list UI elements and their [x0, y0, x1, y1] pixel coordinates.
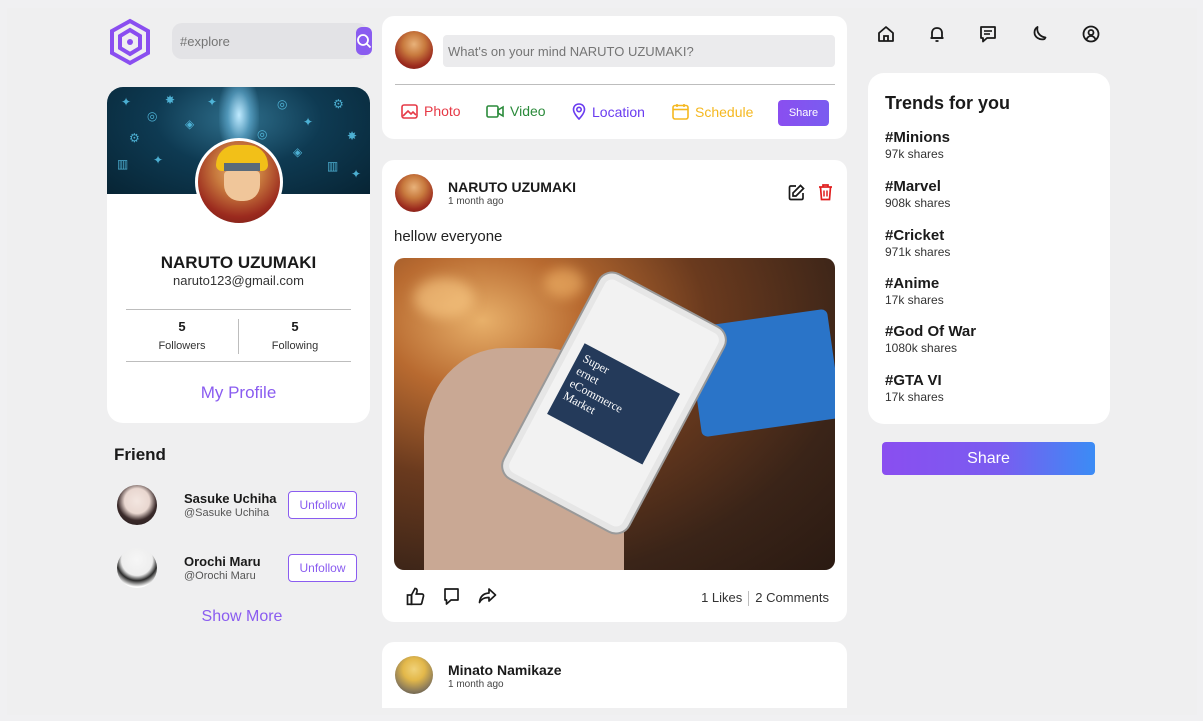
- user-icon[interactable]: [1081, 24, 1101, 44]
- composer-avatar[interactable]: [395, 31, 433, 69]
- post-composer: Photo Video Location Schedule Share: [382, 16, 847, 139]
- share-button[interactable]: Share: [882, 442, 1095, 475]
- photo-icon: [401, 103, 418, 119]
- friend-avatar[interactable]: [117, 548, 157, 588]
- following-count: 5: [291, 319, 299, 334]
- trend-shares: 97k shares: [885, 147, 944, 161]
- post-text: hellow everyone: [394, 228, 503, 245]
- profile-email: naruto123@gmail.com: [173, 273, 304, 288]
- stats-separator: [748, 591, 750, 607]
- location-label: Location: [592, 103, 645, 120]
- share-icon[interactable]: [478, 587, 497, 604]
- post-card: NARUTO UZUMAKI 1 month ago hellow everyo…: [382, 160, 847, 622]
- search-input[interactable]: [172, 33, 356, 49]
- message-icon[interactable]: [978, 24, 998, 44]
- following-stat[interactable]: 5 Following: [239, 310, 351, 361]
- profile-stats: 5 Followers 5 Following: [126, 309, 351, 362]
- friend-handle: @Sasuke Uchiha: [184, 507, 270, 519]
- image-bokeh: [544, 268, 584, 298]
- trend-shares: 908k shares: [885, 196, 951, 210]
- trend-tag: #Cricket: [885, 227, 945, 244]
- bell-icon[interactable]: [927, 24, 947, 44]
- trend-tag: #Anime: [885, 275, 940, 292]
- trend-tag: #GTA VI: [885, 372, 942, 389]
- top-nav: [876, 24, 1101, 46]
- image-bokeh: [414, 278, 474, 318]
- unfollow-button[interactable]: Unfollow: [288, 554, 357, 582]
- followers-stat[interactable]: 5 Followers: [126, 310, 238, 361]
- video-option[interactable]: Video: [486, 103, 546, 119]
- comment-icon[interactable]: [443, 587, 460, 606]
- post-image[interactable]: Super ernet eCommerce Market: [394, 258, 835, 570]
- moon-icon[interactable]: [1030, 24, 1050, 44]
- video-label: Video: [510, 103, 546, 119]
- trend-tag: #Marvel: [885, 178, 941, 195]
- search-button[interactable]: [356, 27, 372, 55]
- schedule-label: Schedule: [695, 103, 754, 120]
- friend-handle: @Orochi Maru: [184, 570, 256, 582]
- post-card: Minato Namikaze 1 month ago: [382, 642, 847, 708]
- unfollow-button[interactable]: Unfollow: [288, 491, 357, 519]
- schedule-option[interactable]: Schedule: [672, 103, 753, 120]
- app-logo-icon[interactable]: [108, 18, 152, 66]
- post-author[interactable]: NARUTO UZUMAKI: [448, 179, 576, 195]
- followers-label: Followers: [158, 340, 206, 352]
- friend-name[interactable]: Orochi Maru: [184, 554, 261, 569]
- trend-tag: #God Of War: [885, 323, 977, 340]
- trend-item[interactable]: #Minions 97k shares: [885, 129, 950, 161]
- profile-name: NARUTO UZUMAKI: [160, 253, 317, 272]
- friend-name[interactable]: Sasuke Uchiha: [184, 491, 277, 506]
- post-time: 1 month ago: [448, 196, 504, 207]
- location-option[interactable]: Location: [572, 103, 645, 120]
- trends-title: Trends for you: [885, 93, 1011, 113]
- friend-avatar[interactable]: [117, 485, 157, 525]
- post-avatar[interactable]: [395, 656, 433, 694]
- comments-count[interactable]: 2 Comments: [755, 590, 829, 605]
- photo-option[interactable]: Photo: [401, 103, 461, 119]
- search-icon: [357, 34, 372, 49]
- post-time: 1 month ago: [448, 679, 504, 690]
- my-profile-link[interactable]: My Profile: [107, 383, 370, 403]
- trend-item[interactable]: #Cricket 971k shares: [885, 227, 950, 259]
- friends-title: Friend: [114, 445, 166, 464]
- profile-card: ✦ ◎ ⚙ ✸ ◈ ▥ ✦ ◎ ✦ ⚙ ✸ ◈ ▥ ✦ ◎ ✦ NARUTO UZUMAKI n…: [107, 87, 370, 423]
- trend-item[interactable]: #GTA VI 17k shares: [885, 372, 944, 404]
- trend-item[interactable]: #God Of War 1080k shares: [885, 323, 976, 355]
- trend-shares: 17k shares: [885, 293, 944, 307]
- profile-avatar[interactable]: [195, 138, 283, 226]
- composer-share-button[interactable]: Share: [778, 100, 829, 126]
- edit-icon[interactable]: [788, 184, 805, 201]
- post-actions: [406, 587, 497, 606]
- trend-item[interactable]: #Marvel 908k shares: [885, 178, 950, 210]
- video-icon: [486, 104, 504, 118]
- post-avatar[interactable]: [395, 174, 433, 212]
- composer-divider: [395, 84, 835, 85]
- trend-shares: 971k shares: [885, 245, 951, 259]
- like-icon[interactable]: [406, 587, 425, 606]
- location-icon: [572, 103, 586, 120]
- likes-count[interactable]: 1 Likes: [701, 590, 742, 605]
- calendar-icon: [672, 104, 689, 120]
- friend-item: Sasuke Uchiha @Sasuke Uchiha Unfollow: [117, 485, 367, 529]
- photo-label: Photo: [424, 103, 461, 119]
- followers-count: 5: [178, 319, 186, 334]
- delete-icon[interactable]: [818, 183, 833, 201]
- trends-card: Trends for you #Minions 97k shares #Marv…: [868, 73, 1110, 424]
- trend-shares: 1080k shares: [885, 341, 958, 355]
- friend-item: Orochi Maru @Orochi Maru Unfollow: [117, 548, 367, 592]
- image-phone-screen: Super ernet eCommerce Market: [547, 343, 680, 465]
- following-label: Following: [271, 340, 319, 352]
- post-input[interactable]: [443, 35, 835, 67]
- trend-tag: #Minions: [885, 129, 951, 146]
- search-bar: [172, 23, 372, 59]
- trend-item[interactable]: #Anime 17k shares: [885, 275, 944, 307]
- show-more-link[interactable]: Show More: [107, 608, 377, 626]
- post-stats: 1 Likes 2 Comments: [701, 590, 829, 607]
- trend-shares: 17k shares: [885, 390, 944, 404]
- home-icon[interactable]: [876, 24, 896, 44]
- post-author[interactable]: Minato Namikaze: [448, 662, 562, 678]
